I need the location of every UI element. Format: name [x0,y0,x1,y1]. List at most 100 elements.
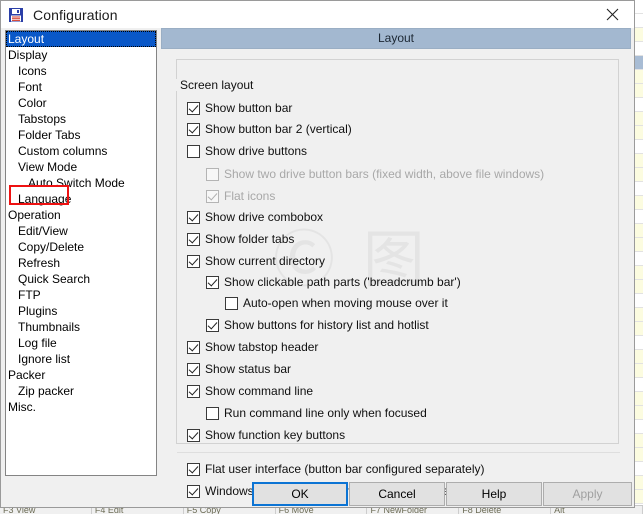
background-file-row [635,112,643,126]
checkbox-show-drive-combobox[interactable]: Show drive combobox [187,209,323,225]
checkbox-box-icon[interactable] [206,318,219,332]
cancel-button[interactable]: Cancel [349,482,445,506]
sidebar-item-custom-columns[interactable]: Custom columns [6,143,156,159]
checkbox-show-button-bar-2-vertical[interactable]: Show button bar 2 (vertical) [187,121,352,137]
sidebar-item-label: Refresh [18,256,61,270]
sidebar-item-layout[interactable]: Layout [6,31,156,47]
checkbox-label: Show two drive button bars (fixed width,… [224,167,545,181]
checkbox-show-function-key-buttons[interactable]: Show function key buttons [187,427,345,443]
sidebar-item-label: Tabstops [18,112,67,126]
sidebar-item-plugins[interactable]: Plugins [6,303,156,319]
checkbox-box-icon[interactable] [206,275,219,289]
sidebar-item-label: Plugins [18,304,58,318]
sidebar-item-label: Layout [8,32,45,46]
background-file-row [635,154,643,168]
checkbox-box-icon[interactable] [187,362,200,376]
checkbox-show-command-line[interactable]: Show command line [187,383,313,399]
sidebar-item-icons[interactable]: Icons [6,63,156,79]
sidebar-item-label: Ignore list [18,352,71,366]
checkbox-box-icon[interactable] [206,406,219,420]
checkbox-box-icon[interactable] [187,101,200,115]
background-file-row [635,308,643,322]
groupbox-legend: Screen layout [176,79,258,91]
sidebar-item-label: Packer [8,368,46,382]
sidebar-item-language[interactable]: Language [6,191,156,207]
checkbox-flat-user-interface-button-bar-configured-separa[interactable]: Flat user interface (button bar configur… [187,461,484,477]
sidebar-item-auto-switch-mode[interactable]: Auto Switch Mode [6,175,156,191]
checkbox-show-button-bar[interactable]: Show button bar [187,100,292,116]
sidebar-item-copy-delete[interactable]: Copy/Delete [6,239,156,255]
checkbox-show-buttons-for-history-list-and-hotlist[interactable]: Show buttons for history list and hotlis… [206,317,429,333]
checkbox-flat-icons: Flat icons [206,188,275,204]
checkbox-box-icon[interactable] [187,462,200,476]
sidebar-item-ignore-list[interactable]: Ignore list [6,351,156,367]
checkbox-label: Show drive buttons [205,144,308,158]
checkbox-show-tabstop-header[interactable]: Show tabstop header [187,339,318,355]
background-file-row [635,476,643,490]
sidebar-item-label: Icons [18,64,47,78]
checkbox-run-command-line-only-when-focused[interactable]: Run command line only when focused [206,405,427,421]
sidebar-item-font[interactable]: Font [6,79,156,95]
apply-button: Apply [543,482,632,506]
background-file-row [635,210,643,224]
sidebar-item-operation[interactable]: Operation [6,207,156,223]
background-file-row [635,462,643,476]
sidebar-item-tabstops[interactable]: Tabstops [6,111,156,127]
checkbox-box-icon[interactable] [187,428,200,442]
sidebar-item-refresh[interactable]: Refresh [6,255,156,271]
sidebar-item-packer[interactable]: Packer [6,367,156,383]
checkbox-label: Show drive combobox [205,210,324,224]
checkbox-box-icon[interactable] [187,384,200,398]
sidebar-item-quick-search[interactable]: Quick Search [6,271,156,287]
checkbox-show-current-directory[interactable]: Show current directory [187,253,325,269]
sidebar-item-label: Operation [8,208,61,222]
checkbox-auto-open-when-moving-mouse-over-it[interactable]: Auto-open when moving mouse over it [225,295,448,311]
sidebar-item-display[interactable]: Display [6,47,156,63]
sidebar-item-folder-tabs[interactable]: Folder Tabs [6,127,156,143]
background-file-row [635,322,643,336]
background-file-row [635,98,643,112]
sidebar-item-label: Quick Search [18,272,91,286]
checkbox-label: Show button bar 2 (vertical) [205,122,352,136]
sidebar-item-label: FTP [18,288,41,302]
sidebar-item-log-file[interactable]: Log file [6,335,156,351]
background-file-row [635,406,643,420]
sidebar-item-label: Log file [18,336,57,350]
sidebar-item-view-mode[interactable]: View Mode [6,159,156,175]
checkbox-box-icon[interactable] [187,144,200,158]
checkbox-show-clickable-path-parts-breadcrumb-bar[interactable]: Show clickable path parts ('breadcrumb b… [206,274,461,290]
background-file-row [635,28,643,42]
settings-category-list[interactable]: Layout Display Icons Font Color Tabstops Folde… [5,30,157,476]
checkbox-box-icon [206,189,219,203]
sidebar-item-edit-view[interactable]: Edit/View [6,223,156,239]
sidebar-item-ftp[interactable]: FTP [6,287,156,303]
checkbox-box-icon[interactable] [187,122,200,136]
sidebar-item-thumbnails[interactable]: Thumbnails [6,319,156,335]
checkbox-box-icon[interactable] [187,340,200,354]
sidebar-item-label: Edit/View [18,224,68,238]
configuration-dialog: Configuration Layout Display Icons Font Colo… [0,0,635,508]
checkbox-show-two-drive-button-bars-fixed-width-above-fil: Show two drive button bars (fixed width,… [206,166,544,182]
checkbox-box-icon[interactable] [187,210,200,224]
background-file-row [635,182,643,196]
checkbox-show-status-bar[interactable]: Show status bar [187,361,291,377]
help-button[interactable]: Help [446,482,542,506]
checkbox-show-folder-tabs[interactable]: Show folder tabs [187,231,294,247]
background-file-row [635,252,643,266]
background-file-row [635,350,643,364]
checkbox-show-drive-buttons[interactable]: Show drive buttons [187,143,307,159]
background-file-row [635,364,643,378]
checkbox-box-icon[interactable] [187,254,200,268]
checkbox-box-icon [206,167,219,181]
checkbox-box-icon[interactable] [225,296,238,310]
ok-button[interactable]: OK [252,482,348,506]
close-icon[interactable] [590,1,634,27]
checkbox-label: Run command line only when focused [224,406,427,420]
sidebar-item-color[interactable]: Color [6,95,156,111]
title-bar: Configuration [1,1,634,28]
dialog-body: Layout Display Icons Font Color Tabstops Folde… [1,28,634,498]
sidebar-item-misc[interactable]: Misc. [6,399,156,415]
checkbox-box-icon[interactable] [187,232,200,246]
sidebar-item-zip-packer[interactable]: Zip packer [6,383,156,399]
background-file-row [635,56,643,70]
